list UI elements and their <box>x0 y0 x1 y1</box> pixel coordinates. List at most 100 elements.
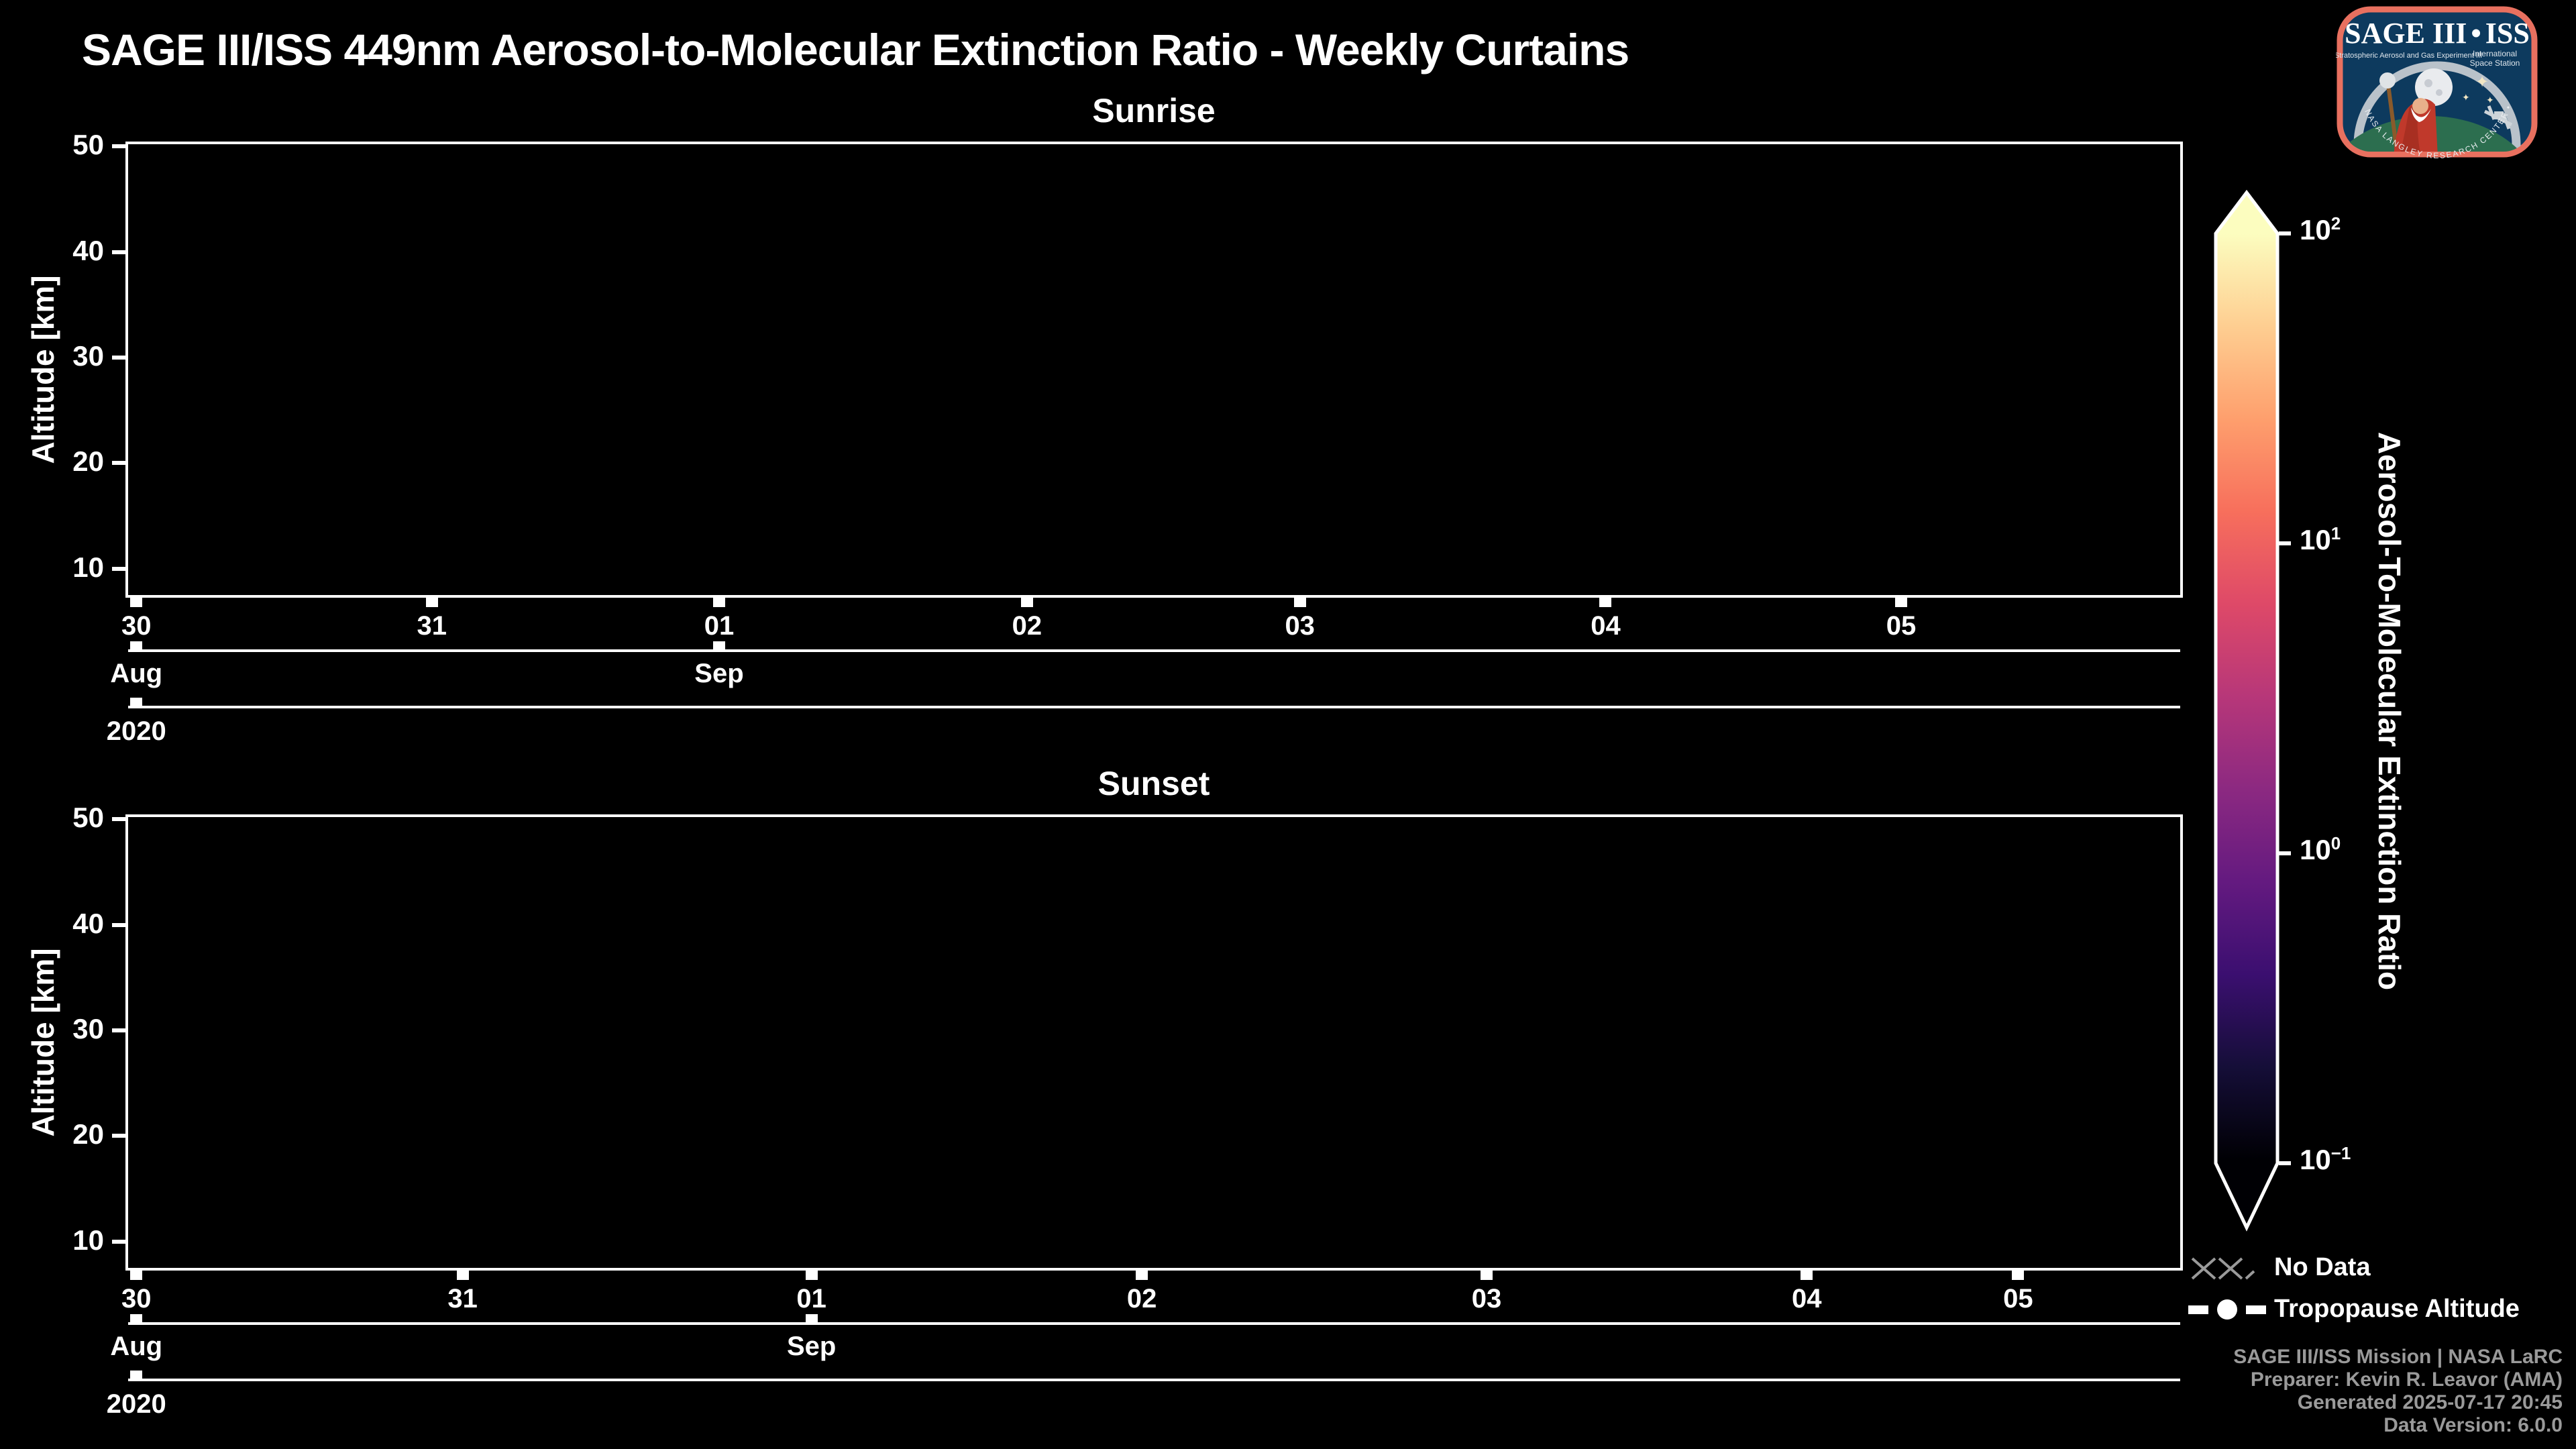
logo-title: SAGE III•ISS <box>2345 17 2530 50</box>
y-tick-mark <box>112 817 125 821</box>
x-tick-label: 30 <box>103 611 170 641</box>
x-tick-mark <box>130 1271 142 1280</box>
legend-label-tropopause: Tropopause Altitude <box>2274 1295 2520 1324</box>
x-tick-mark <box>130 598 142 607</box>
logo-star-icon: ✦ <box>2462 92 2470 103</box>
y-tick-mark <box>112 567 125 571</box>
logo-star-icon: ✦ <box>2486 95 2494 105</box>
x-tick-mark <box>457 1271 469 1280</box>
x-tick-mark <box>1294 598 1306 607</box>
x-tick-label: 05 <box>1868 611 1935 641</box>
x-tick-mark <box>1136 1271 1148 1280</box>
y-tick-label: 20 <box>37 1118 104 1150</box>
logo-moon-crater <box>2424 79 2432 87</box>
colorbar <box>2212 189 2313 1236</box>
y-tick-label: 40 <box>37 908 104 940</box>
colorbar-tick-mark <box>2279 851 2291 855</box>
x-tick-mark <box>806 1271 818 1280</box>
colorbar-tick-label: 102 <box>2300 213 2341 246</box>
colorbar-gradient-bar <box>2216 193 2277 1228</box>
figure-canvas: SAGE III/ISS 449nm Aerosol-to-Molecular … <box>0 0 2576 1449</box>
credit-line: Data Version: 6.0.0 <box>2147 1414 2563 1437</box>
x-tick-label: 31 <box>398 611 466 641</box>
y-tick-mark <box>112 1134 125 1138</box>
colorbar-axis-label: Aerosol-To-Molecular Extinction Ratio <box>2371 432 2408 990</box>
credits-block: SAGE III/ISS Mission | NASA LaRC Prepare… <box>2147 1346 2563 1437</box>
month-tick-label: Sep <box>672 659 766 689</box>
sage-iii-iss-logo: ✦ ✦ ✦ SAGE III•ISS Stratospheric Aerosol… <box>2336 5 2538 158</box>
y-tick-mark <box>112 923 125 927</box>
colorbar-tick-label: 101 <box>2300 523 2341 556</box>
legend-item-no-data: No Data <box>2188 1253 2564 1285</box>
y-tick-mark <box>112 1028 125 1032</box>
credit-line: SAGE III/ISS Mission | NASA LaRC <box>2147 1346 2563 1368</box>
y-tick-label: 20 <box>37 445 104 478</box>
y-tick-label: 10 <box>37 551 104 584</box>
y-tick-mark <box>112 356 125 360</box>
x-tick-label: 04 <box>1572 611 1639 641</box>
legend-item-tropopause: Tropopause Altitude <box>2188 1295 2564 1327</box>
x-tick-mark <box>1481 1271 1493 1280</box>
sunrise-panel-frame <box>125 142 2183 598</box>
logo-star-icon: ✦ <box>2475 73 2489 91</box>
colorbar-tick-mark <box>2279 1161 2291 1165</box>
month-tick-mark <box>130 641 142 649</box>
credit-line: Preparer: Kevin R. Leavor (AMA) <box>2147 1368 2563 1391</box>
x-tick-label: 04 <box>1773 1284 1840 1314</box>
year-axis-line <box>128 1379 2180 1381</box>
colorbar-tick-label: 100 <box>2300 833 2341 866</box>
credit-line: Generated 2025-07-17 20:45 <box>2147 1391 2563 1414</box>
y-tick-label: 50 <box>37 802 104 834</box>
x-tick-label: 05 <box>1984 1284 2051 1314</box>
x-tick-mark <box>1599 598 1611 607</box>
logo-subtitle-right-1: International <box>2473 49 2517 58</box>
x-tick-label: 30 <box>103 1284 170 1314</box>
month-tick-mark <box>130 1314 142 1322</box>
x-tick-label: 02 <box>994 611 1061 641</box>
tropopause-dash-dot-icon <box>2188 1295 2269 1324</box>
x-tick-label: 01 <box>778 1284 845 1314</box>
y-tick-label: 40 <box>37 235 104 267</box>
sunrise-panel-title: Sunrise <box>953 91 1355 130</box>
x-tick-label: 02 <box>1108 1284 1175 1314</box>
logo-subtitle-right-2: Space Station <box>2470 58 2520 68</box>
month-axis-line <box>128 649 2180 652</box>
colorbar-tick-mark <box>2279 541 2291 545</box>
logo-moon-crater <box>2436 89 2443 96</box>
colorbar-ticks <box>2279 231 2291 1165</box>
logo-subtitle-left: Stratospheric Aerosol and Gas Experiment… <box>2336 52 2482 60</box>
x-tick-mark <box>426 598 438 607</box>
sunset-panel-frame <box>125 814 2183 1271</box>
year-tick-mark <box>130 698 142 706</box>
month-tick-label: Sep <box>765 1332 859 1362</box>
sunset-panel-title: Sunset <box>953 764 1355 803</box>
x-tick-label: 01 <box>686 611 753 641</box>
colorbar-tick-mark <box>2279 231 2291 235</box>
y-tick-mark <box>112 461 125 465</box>
x-tick-label: 03 <box>1267 611 1334 641</box>
year-tick-label: 2020 <box>89 1389 183 1419</box>
month-tick-mark <box>806 1314 818 1322</box>
month-tick-mark <box>713 641 725 649</box>
y-tick-mark <box>112 250 125 254</box>
x-tick-mark <box>1801 1271 1813 1280</box>
year-axis-line <box>128 706 2180 708</box>
x-tick-label: 31 <box>429 1284 496 1314</box>
month-tick-label: Aug <box>89 659 183 689</box>
page-title: SAGE III/ISS 449nm Aerosol-to-Molecular … <box>82 24 1629 75</box>
x-tick-label: 03 <box>1453 1284 1520 1314</box>
y-tick-mark <box>112 144 125 148</box>
year-tick-label: 2020 <box>89 716 183 747</box>
y-tick-mark <box>112 1240 125 1244</box>
month-tick-label: Aug <box>89 1332 183 1362</box>
y-tick-label: 30 <box>37 340 104 372</box>
x-tick-mark <box>713 598 725 607</box>
x-tick-mark <box>2012 1271 2024 1280</box>
month-axis-line <box>128 1322 2180 1325</box>
y-tick-label: 30 <box>37 1013 104 1045</box>
colorbar-tick-label: 10−1 <box>2300 1143 2351 1176</box>
y-tick-label: 10 <box>37 1224 104 1256</box>
y-tick-label: 50 <box>37 129 104 161</box>
x-tick-mark <box>1021 598 1033 607</box>
legend-label-no-data: No Data <box>2274 1253 2371 1282</box>
